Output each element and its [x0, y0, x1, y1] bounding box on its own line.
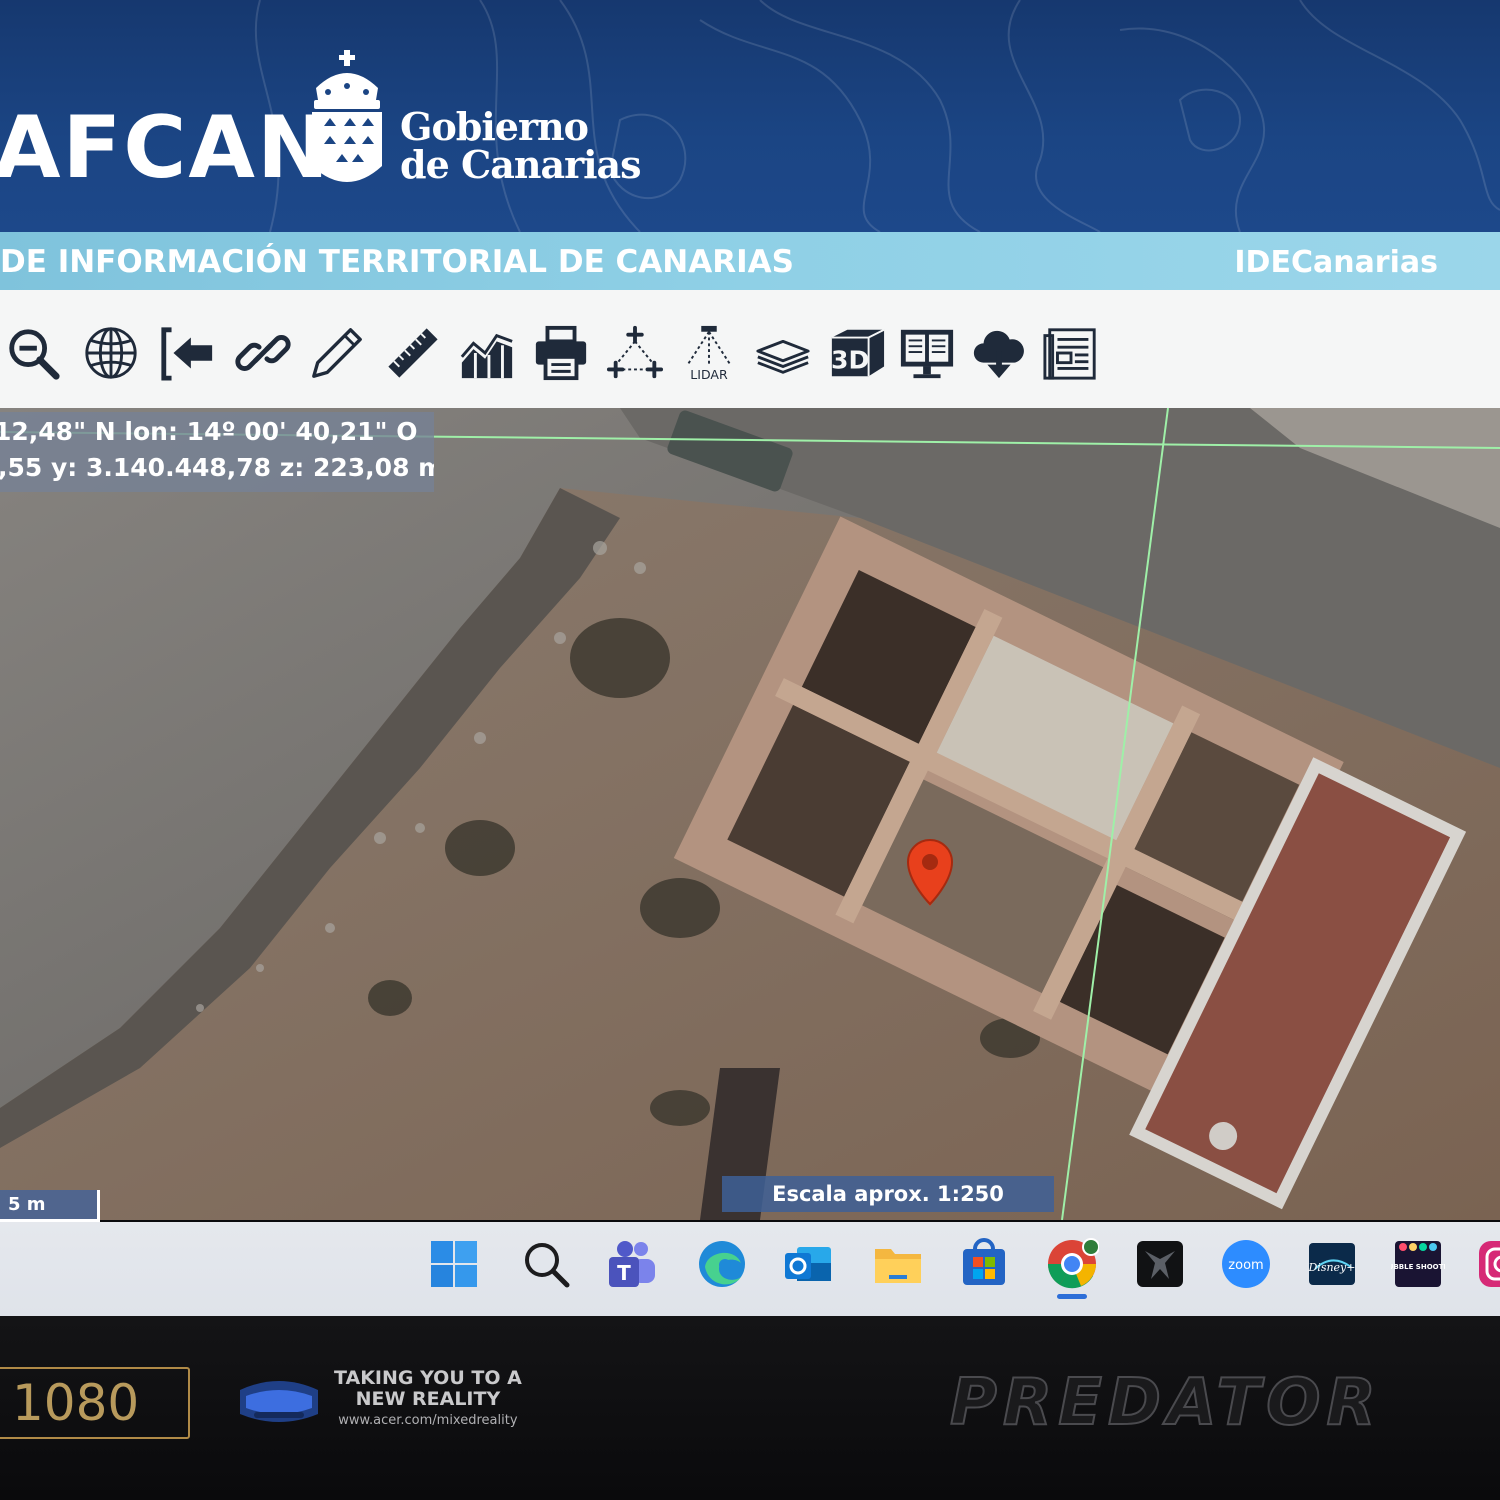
search-icon: [525, 1243, 570, 1288]
resolution-badge: 1080: [0, 1367, 190, 1439]
taskbar-search-button[interactable]: [518, 1236, 574, 1292]
coords-lat-lon: 12,48" N lon: 14º 00' 40,21" O: [0, 417, 418, 446]
disney-plus-icon: Disney+: [1307, 1243, 1356, 1285]
report-icon: [1043, 328, 1096, 380]
compare-screens-icon: [900, 329, 954, 379]
gobierno-de-canarias-logo-text: Gobierno de Canarias: [400, 104, 642, 187]
map-toolbar: [0, 290, 1500, 408]
teams-icon: T: [609, 1241, 655, 1287]
layers-button[interactable]: [752, 322, 814, 384]
taskbar-edge-button[interactable]: [694, 1236, 750, 1292]
points-icon: [606, 325, 664, 379]
mixed-reality-headset-icon: [240, 1381, 318, 1422]
download-button[interactable]: [968, 322, 1030, 384]
measure-button[interactable]: [382, 322, 444, 384]
aerial-map-view[interactable]: [0, 408, 1500, 1220]
canarias-crest-icon: [312, 50, 382, 182]
taskbar-file-explorer-button[interactable]: [870, 1236, 926, 1292]
outlook-icon: [785, 1247, 831, 1281]
taskbar-chrome-button[interactable]: [1044, 1236, 1100, 1292]
lidar-icon: LIDAR: [686, 325, 732, 382]
taskbar-predator-sense-button[interactable]: [1132, 1236, 1188, 1292]
predator-brand-logo: PREDATOR: [949, 1365, 1382, 1441]
cursor-coordinates-panel: 12,48" N lon: 14º 00' 40,21" O ,55 y: 3.…: [0, 412, 434, 492]
profile-button[interactable]: [456, 322, 518, 384]
printer-icon: [535, 325, 587, 381]
lidar-button[interactable]: LIDAR: [678, 322, 740, 384]
bubble-shooter-label: BUBBLE SHOOTER: [1391, 1263, 1445, 1271]
zoom-out-button[interactable]: [2, 322, 64, 384]
idecanarias-brand: IDECanarias: [1234, 245, 1438, 280]
predator-icon: [1137, 1241, 1183, 1287]
edge-icon: [699, 1241, 745, 1287]
ruler-icon: [388, 328, 438, 378]
layers-icon: [756, 339, 810, 374]
grafcan-logo-text: AFCAN: [0, 98, 331, 198]
map-scale-text: Escala aprox. 1:250: [722, 1176, 1054, 1212]
chrome-icon: [1047, 1238, 1099, 1289]
site-header: AFCAN Gobierno de Canarias: [0, 0, 1500, 232]
link-button[interactable]: [232, 322, 294, 384]
windows-taskbar: [0, 1222, 1500, 1316]
instagram-icon: [1479, 1241, 1500, 1287]
svg-text:T: T: [617, 1261, 631, 1285]
folder-icon: [875, 1249, 921, 1283]
vr-line-2: NEW REALITY: [355, 1388, 501, 1410]
windows-start-icon: [431, 1241, 477, 1287]
taskbar-store-button[interactable]: [956, 1236, 1012, 1292]
taskbar-teams-button[interactable]: T: [604, 1236, 660, 1292]
print-button[interactable]: [530, 322, 592, 384]
taskbar-outlook-button[interactable]: [780, 1236, 836, 1292]
pencil-icon: [312, 328, 362, 378]
chrome-active-indicator: [1057, 1294, 1087, 1299]
vr-line-1: TAKING YOU TO A: [334, 1367, 522, 1389]
coordinates-button[interactable]: [604, 322, 666, 384]
globe-icon: [85, 327, 137, 379]
scale-bar: 5 m: [0, 1190, 100, 1222]
gov-line-1: Gobierno: [400, 104, 589, 149]
globe-button[interactable]: [80, 322, 142, 384]
draw-button[interactable]: [306, 322, 368, 384]
zoom-label: zoom: [1228, 1258, 1263, 1273]
orthophoto-scene: [0, 408, 1500, 1220]
taskbar-zoom-button[interactable]: zoom: [1218, 1236, 1274, 1292]
zoom-icon: zoom: [1222, 1240, 1270, 1288]
mixed-reality-sticker: TAKING YOU TO A NEW REALITY www.acer.com…: [334, 1368, 522, 1431]
3d-label: 3D: [831, 345, 869, 374]
3d-icon: 3D: [831, 328, 885, 377]
disney-plus-label: Disney+: [1307, 1261, 1355, 1274]
coords-xyz: ,55 y: 3.140.448,78 z: 223,08 m.: [0, 453, 434, 482]
store-icon: [963, 1238, 1005, 1285]
report-button[interactable]: [1040, 322, 1102, 384]
lidar-label: LIDAR: [690, 367, 728, 382]
3d-view-button[interactable]: 3D: [826, 322, 888, 384]
vr-url: www.acer.com/mixedreality: [338, 1413, 518, 1428]
taskbar-bubble-shooter-button[interactable]: BUBBLE SHOOTER: [1390, 1236, 1446, 1292]
profile-chart-icon: [460, 333, 513, 379]
taskbar-disney-plus-button[interactable]: Disney+: [1304, 1236, 1360, 1292]
link-icon: [235, 335, 291, 371]
bubble-shooter-icon: BUBBLE SHOOTER: [1391, 1241, 1445, 1287]
cloud-download-icon: [973, 330, 1024, 379]
gov-line-2: de Canarias: [400, 142, 642, 187]
subheader-bar: DE INFORMACIÓN TERRITORIAL DE CANARIAS I…: [0, 232, 1500, 290]
taskbar-start-button[interactable]: [426, 1236, 482, 1292]
back-arrow-icon: [161, 327, 213, 381]
portal-title: DE INFORMACIÓN TERRITORIAL DE CANARIAS: [0, 244, 794, 280]
back-extent-button[interactable]: [156, 322, 218, 384]
zoom-out-icon: [9, 329, 60, 380]
taskbar-instagram-button[interactable]: [1474, 1236, 1500, 1292]
compare-button[interactable]: [896, 322, 958, 384]
